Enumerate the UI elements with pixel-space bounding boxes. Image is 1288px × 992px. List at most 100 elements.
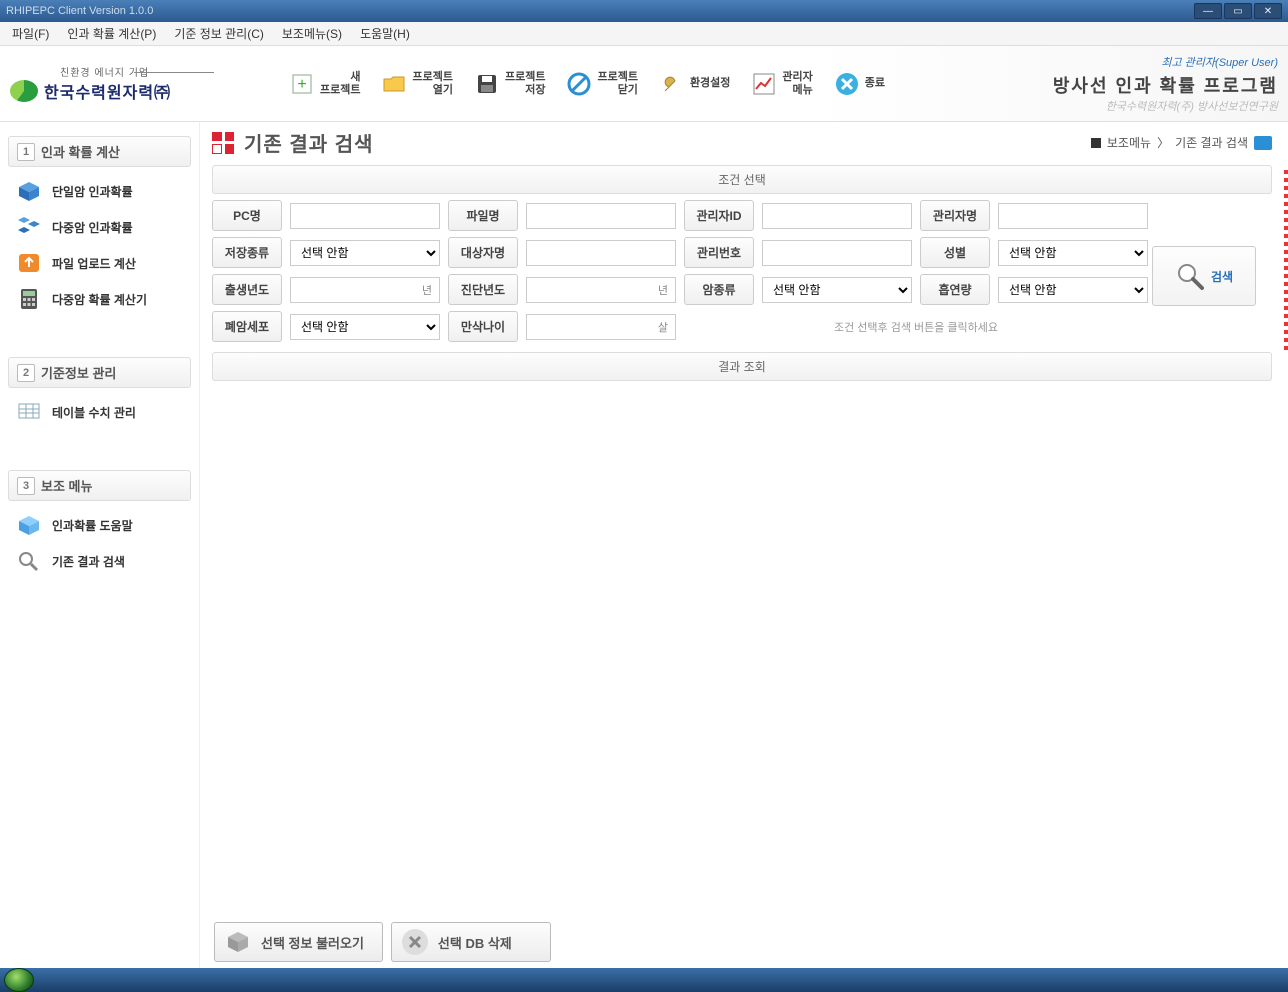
cancer-type-select[interactable]: 선택 안함	[762, 277, 912, 303]
breadcrumb-leaf: 기존 결과 검색	[1175, 134, 1248, 151]
load-selection-button[interactable]: 선택 정보 불러오기	[214, 922, 383, 962]
open-project-button[interactable]: 프로젝트 열기	[372, 66, 460, 102]
breadcrumb-marker-icon	[1091, 138, 1101, 148]
sidebar-item-label: 기존 결과 검색	[52, 553, 125, 570]
save-project-button[interactable]: 프로젝트 저장	[465, 66, 553, 102]
sidebar-item-multi-cancer[interactable]: 다중암 인과확률	[4, 209, 195, 245]
sidebar-section-2-head: 2 기준정보 관리	[8, 357, 191, 388]
help-cube-icon	[16, 514, 42, 536]
results-panel-head: 결과 조회	[212, 352, 1272, 381]
logo-icon	[10, 80, 38, 102]
label-manage-no: 관리번호	[684, 237, 754, 268]
page-title: 기존 결과 검색	[244, 128, 374, 157]
sidebar-item-upload-calc[interactable]: 파일 업로드 계산	[4, 245, 195, 281]
menubar: 파일(F) 인과 확률 계산(P) 기준 정보 관리(C) 보조메뉴(S) 도움…	[0, 22, 1288, 46]
sidebar-item-label: 인과확률 도움말	[52, 517, 133, 534]
subject-name-input[interactable]	[526, 240, 676, 266]
super-user-label: 최고 관리자(Super User)	[1053, 54, 1278, 70]
search-label: 검색	[1211, 268, 1233, 285]
sidebar-item-help[interactable]: 인과확률 도움말	[4, 507, 195, 543]
label-diag-year: 진단년도	[448, 274, 518, 305]
sidebar-item-single-cancer[interactable]: 단일암 인과확률	[4, 173, 195, 209]
sidebar-item-search-results[interactable]: 기존 결과 검색	[4, 543, 195, 579]
full-age-input[interactable]	[526, 314, 676, 340]
logo-tagline: 친환경 에너지 기업	[60, 64, 260, 79]
search-icon	[16, 550, 42, 572]
close-circle-icon	[833, 70, 861, 98]
admin-name-input[interactable]	[998, 203, 1148, 229]
window-title: RHIPEPC Client Version 1.0.0	[6, 5, 153, 17]
exit-button[interactable]: 종료	[825, 66, 893, 102]
condition-panel-head: 조건 선택	[212, 165, 1272, 194]
menu-calc[interactable]: 인과 확률 계산(P)	[67, 25, 156, 42]
chart-icon	[750, 70, 778, 98]
manage-no-input[interactable]	[762, 240, 912, 266]
cube-icon	[16, 180, 42, 202]
label-full-age: 만삭나이	[448, 311, 518, 342]
multi-cube-icon	[16, 216, 42, 238]
header-right: 최고 관리자(Super User) 방사선 인과 확률 프로그램 한국수력원자…	[1053, 54, 1278, 114]
sidebar: 1 인과 확률 계산 단일암 인과확률 다중암 인과확률 파일 업로드 계산 다…	[0, 122, 200, 968]
save-icon	[473, 70, 501, 98]
menu-aux[interactable]: 보조메뉴(S)	[282, 25, 342, 42]
app-subtitle: 한국수력원자력(주) 방사선보건연구원	[1053, 98, 1278, 114]
start-orb-icon[interactable]	[4, 968, 34, 992]
pc-name-input[interactable]	[290, 203, 440, 229]
label-storage-type: 저장종류	[212, 237, 282, 268]
diag-year-input[interactable]	[526, 277, 676, 303]
breadcrumb: 보조메뉴 〉 기존 결과 검색	[1091, 134, 1272, 151]
settings-button[interactable]: 환경설정	[650, 66, 738, 102]
sidebar-item-label: 파일 업로드 계산	[52, 255, 136, 272]
menu-help[interactable]: 도움말(H)	[360, 25, 410, 42]
header: 친환경 에너지 기업 한국수력원자력㈜ + 새 프로젝트 프로젝트 열기 프로젝…	[0, 46, 1288, 122]
content-area: 기존 결과 검색 보조메뉴 〉 기존 결과 검색 조건 선택 PC명 파일명 관…	[200, 122, 1288, 968]
os-taskbar[interactable]	[0, 968, 1288, 992]
sidebar-item-label: 테이블 수치 관리	[52, 404, 136, 421]
logo-block: 친환경 에너지 기업 한국수력원자력㈜	[10, 64, 260, 103]
search-button[interactable]: 검색	[1152, 246, 1256, 306]
sidebar-section-3-head: 3 보조 메뉴	[8, 470, 191, 501]
wrench-icon	[658, 70, 686, 98]
menu-file[interactable]: 파일(F)	[12, 25, 49, 42]
upload-icon	[16, 252, 42, 274]
smoking-select[interactable]: 선택 안함	[998, 277, 1148, 303]
delete-selection-button[interactable]: 선택 DB 삭제	[391, 922, 551, 962]
search-hint: 조건 선택후 검색 버튼을 클릭하세요	[684, 313, 1148, 341]
new-project-button[interactable]: + 새 프로젝트	[280, 66, 368, 102]
svg-text:+: +	[297, 76, 306, 93]
breadcrumb-end-icon	[1254, 136, 1272, 150]
label-pc-name: PC명	[212, 200, 282, 231]
sidebar-section-1-head: 1 인과 확률 계산	[8, 136, 191, 167]
bottom-button-bar: 선택 정보 불러오기 선택 DB 삭제	[208, 916, 557, 968]
close-project-button[interactable]: 프로젝트 닫기	[557, 66, 645, 102]
load-selection-label: 선택 정보 불러오기	[261, 933, 364, 952]
sidebar-item-label: 다중암 확률 계산기	[52, 291, 147, 308]
filter-grid: PC명 파일명 관리자ID 관리자명 저장종류 선택 안함 대상자명 관리번호 …	[212, 200, 1160, 342]
label-admin-name: 관리자명	[920, 200, 990, 231]
label-file-name: 파일명	[448, 200, 518, 231]
label-admin-id: 관리자ID	[684, 200, 754, 231]
label-birth-year: 출생년도	[212, 274, 282, 305]
right-edge-strip	[1284, 170, 1288, 350]
sidebar-item-calculator[interactable]: 다중암 확률 계산기	[4, 281, 195, 317]
calculator-icon	[16, 288, 42, 310]
lung-cell-select[interactable]: 선택 안함	[290, 314, 440, 340]
storage-type-select[interactable]: 선택 안함	[290, 240, 440, 266]
delete-circle-icon	[402, 929, 428, 955]
label-subject-name: 대상자명	[448, 237, 518, 268]
magnifier-icon	[1175, 261, 1205, 291]
admin-id-input[interactable]	[762, 203, 912, 229]
sidebar-item-table-manage[interactable]: 테이블 수치 관리	[4, 394, 195, 430]
close-button[interactable]: ✕	[1254, 3, 1282, 19]
maximize-button[interactable]: ▭	[1224, 3, 1252, 19]
file-name-input[interactable]	[526, 203, 676, 229]
minimize-button[interactable]: —	[1194, 3, 1222, 19]
label-lung-cell: 폐암세포	[212, 311, 282, 342]
breadcrumb-root: 보조메뉴	[1107, 134, 1151, 151]
menu-base-info[interactable]: 기준 정보 관리(C)	[174, 25, 264, 42]
app-title: 방사선 인과 확률 프로그램	[1053, 72, 1278, 98]
gender-select[interactable]: 선택 안함	[998, 240, 1148, 266]
admin-menu-button[interactable]: 관리자 메뉴	[742, 66, 820, 102]
table-icon	[16, 401, 42, 423]
birth-year-input[interactable]	[290, 277, 440, 303]
